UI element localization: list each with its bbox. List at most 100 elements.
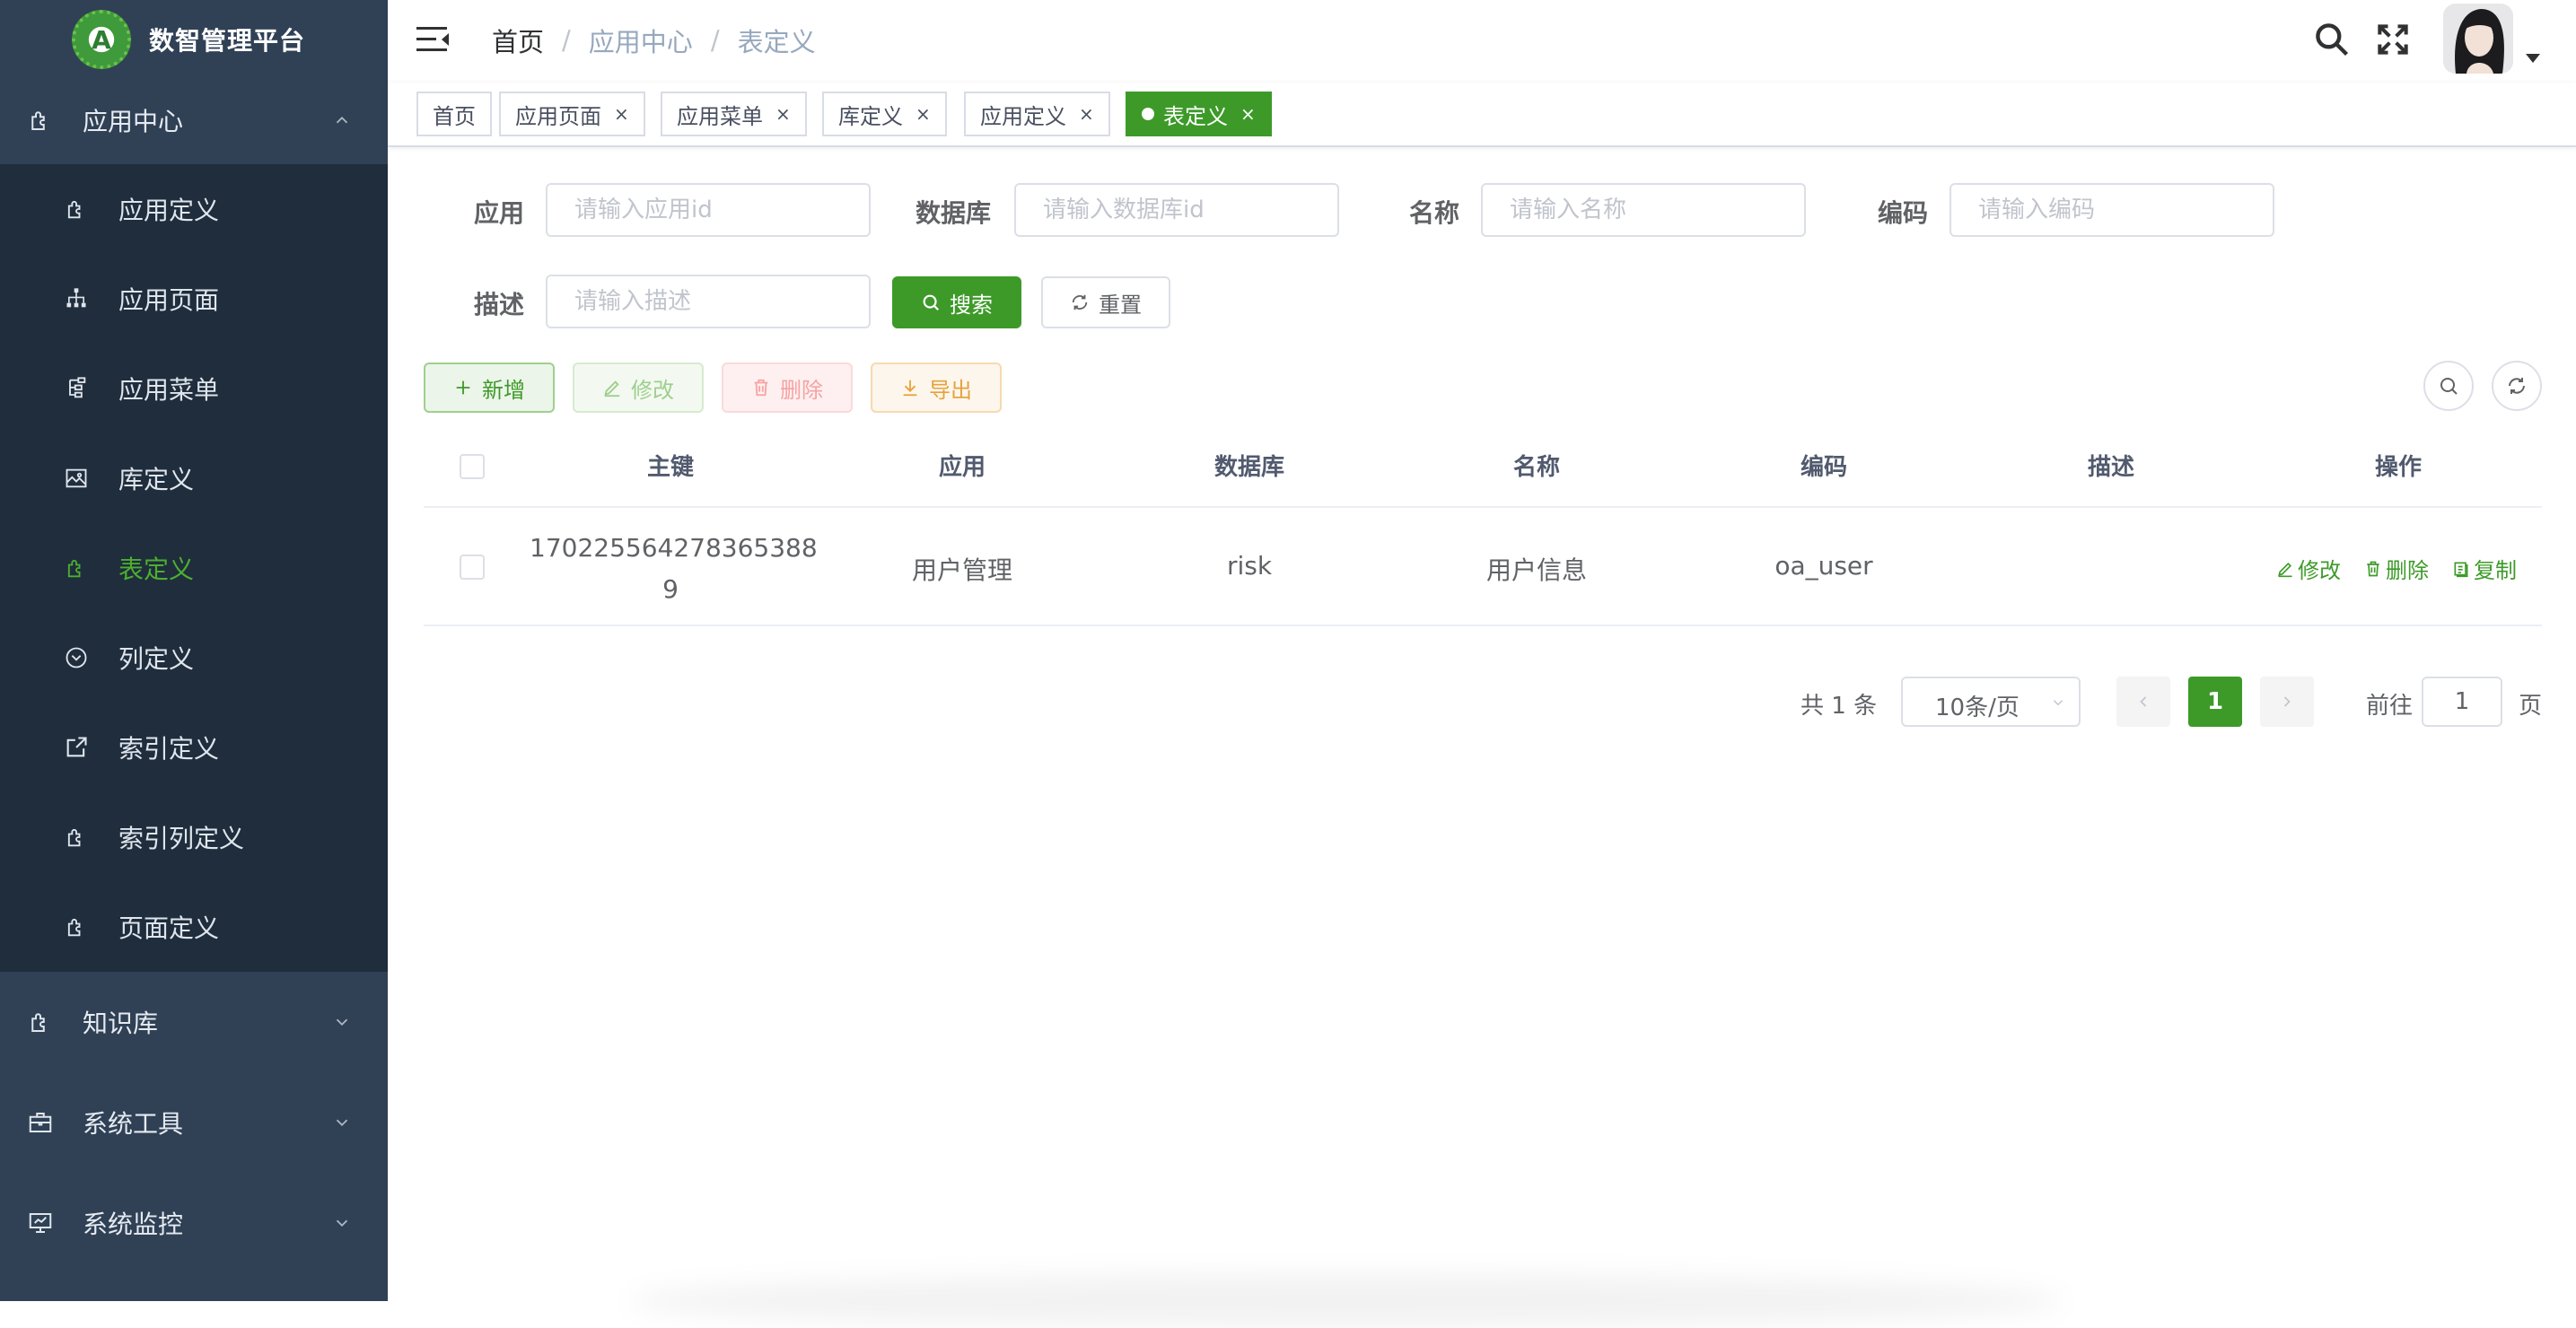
- download-icon: [900, 378, 920, 398]
- sidebar-item-label: 应用菜单: [118, 375, 220, 405]
- add-button-label: 新增: [482, 377, 525, 403]
- search-icon: [921, 293, 941, 312]
- sidebar-item-app-pages[interactable]: 应用页面: [0, 254, 388, 344]
- breadcrumb-home[interactable]: 首页: [492, 22, 544, 59]
- code-input[interactable]: [1950, 183, 2274, 237]
- active-dot-icon: [1142, 108, 1154, 120]
- cell-id: 170225564278365388 9: [530, 528, 818, 610]
- name-label: 名称: [1409, 198, 1460, 228]
- sidebar-item-app-definition[interactable]: 应用定义: [0, 164, 388, 254]
- tag-db-definition[interactable]: 库定义 ×: [822, 92, 947, 136]
- toolbox-icon: [27, 1109, 54, 1136]
- external-link-icon: [63, 734, 90, 761]
- tag-label: 库定义: [838, 103, 903, 129]
- page-number-current[interactable]: 1: [2188, 677, 2242, 727]
- row-copy-link[interactable]: 复制: [2452, 553, 2517, 584]
- puzzle-icon: [27, 107, 54, 134]
- sidebar-item-column-definition[interactable]: 列定义: [0, 613, 388, 703]
- row-delete-label: 删除: [2386, 558, 2429, 583]
- next-page-button[interactable]: [2260, 677, 2314, 727]
- add-button[interactable]: 新增: [424, 363, 555, 413]
- close-icon[interactable]: ×: [1240, 103, 1256, 125]
- puzzle-icon: [63, 824, 90, 851]
- pagination-total: 共 1 条: [1801, 693, 1878, 720]
- fullscreen-icon[interactable]: [2373, 20, 2413, 59]
- puzzle-icon: [63, 196, 90, 223]
- prev-page-button[interactable]: [2116, 677, 2170, 727]
- search-button[interactable]: 搜索: [892, 276, 1021, 328]
- export-button[interactable]: 导出: [871, 363, 1002, 413]
- row-checkbox[interactable]: [460, 555, 485, 580]
- tag-app-definition[interactable]: 应用定义 ×: [964, 92, 1110, 136]
- tag-table-definition[interactable]: 表定义 ×: [1126, 92, 1272, 136]
- desc-input[interactable]: [546, 275, 871, 328]
- close-icon[interactable]: ×: [614, 103, 629, 125]
- tag-label: 应用菜单: [677, 103, 763, 129]
- cell-name: 用户信息: [1485, 555, 1587, 585]
- goto-page-input[interactable]: 1: [2422, 677, 2502, 727]
- sidebar-item-label: 索引定义: [118, 734, 220, 764]
- tag-app-pages[interactable]: 应用页面 ×: [499, 92, 645, 136]
- row-edit-link[interactable]: 修改: [2276, 553, 2341, 584]
- menu-group-label: 知识库: [83, 1009, 159, 1038]
- puzzle-icon: [63, 913, 90, 940]
- caret-down-icon[interactable]: [2526, 54, 2540, 63]
- edit-icon: [602, 378, 622, 398]
- menu-group-label: 系统工具: [83, 1109, 184, 1139]
- submenu-app-center: 应用定义 应用页面 应用菜单 库定义 表定义 列定义 索引定义 索引列定义 页面…: [0, 164, 388, 972]
- close-icon[interactable]: ×: [916, 103, 931, 125]
- menu-group-system-tools[interactable]: 系统工具: [0, 1072, 388, 1173]
- logo-icon: A: [72, 10, 131, 69]
- reset-button[interactable]: 重置: [1041, 276, 1170, 328]
- column-header-app: 应用: [938, 454, 986, 481]
- chevron-up-icon: [332, 110, 352, 130]
- cell-code: oa_user: [1774, 551, 1873, 581]
- sidebar-item-table-definition[interactable]: 表定义: [0, 523, 388, 613]
- search-icon[interactable]: [2312, 20, 2352, 59]
- monitor-icon: [27, 1210, 54, 1236]
- avatar[interactable]: [2443, 4, 2513, 74]
- delete-button[interactable]: 删除: [722, 363, 853, 413]
- row-delete-link[interactable]: 删除: [2364, 553, 2429, 584]
- select-all-checkbox[interactable]: [460, 454, 485, 479]
- close-icon[interactable]: ×: [775, 103, 791, 125]
- copy-icon: [2452, 560, 2470, 578]
- table-divider: [424, 625, 2542, 626]
- menu-group-knowledge-base[interactable]: 知识库: [0, 972, 388, 1072]
- toggle-search-button[interactable]: [2423, 361, 2474, 411]
- sidebar-item-db-definition[interactable]: 库定义: [0, 433, 388, 523]
- edit-button[interactable]: 修改: [573, 363, 704, 413]
- sidebar-item-app-menu[interactable]: 应用菜单: [0, 344, 388, 433]
- hamburger-icon[interactable]: [416, 23, 451, 56]
- breadcrumb-separator: /: [562, 25, 571, 56]
- chevron-down-icon: [332, 1213, 352, 1233]
- menu-group-system-monitor[interactable]: 系统监控: [0, 1173, 388, 1273]
- close-icon[interactable]: ×: [1079, 103, 1094, 125]
- tag-home[interactable]: 首页: [416, 92, 492, 136]
- page-size-select[interactable]: 10条/页: [1901, 677, 2081, 727]
- sidebar-item-label: 应用定义: [118, 196, 220, 225]
- menu-group-app-center[interactable]: 应用中心: [0, 75, 388, 165]
- tag-app-menu[interactable]: 应用菜单 ×: [661, 92, 807, 136]
- refresh-icon: [2506, 375, 2528, 397]
- sidebar-item-index-column-definition[interactable]: 索引列定义: [0, 792, 388, 882]
- db-id-input[interactable]: [1014, 183, 1339, 237]
- refresh-icon: [1070, 293, 1090, 312]
- app-id-input[interactable]: [546, 183, 871, 237]
- logo[interactable]: A 数智管理平台: [72, 5, 305, 74]
- tag-label: 首页: [433, 103, 476, 129]
- name-input[interactable]: [1481, 183, 1806, 237]
- navbar: 首页 / 应用中心 / 表定义: [388, 0, 2576, 83]
- sidebar-item-label: 页面定义: [118, 913, 220, 943]
- chevron-down-icon: [332, 1113, 352, 1132]
- column-header-actions: 操作: [2374, 454, 2422, 481]
- puzzle-icon: [27, 1009, 54, 1035]
- column-header-desc: 描述: [2087, 454, 2134, 481]
- tags-view: 首页 应用页面 × 应用菜单 × 库定义 × 应用定义 × 表定义 ×: [388, 83, 2576, 147]
- breadcrumb: 首页 / 应用中心 / 表定义: [492, 22, 816, 59]
- refresh-button[interactable]: [2492, 361, 2542, 411]
- sidebar-item-index-definition[interactable]: 索引定义: [0, 703, 388, 792]
- sidebar-item-page-definition[interactable]: 页面定义: [0, 882, 388, 972]
- cell-database: risk: [1226, 551, 1273, 581]
- app-title: 数智管理平台: [149, 26, 306, 56]
